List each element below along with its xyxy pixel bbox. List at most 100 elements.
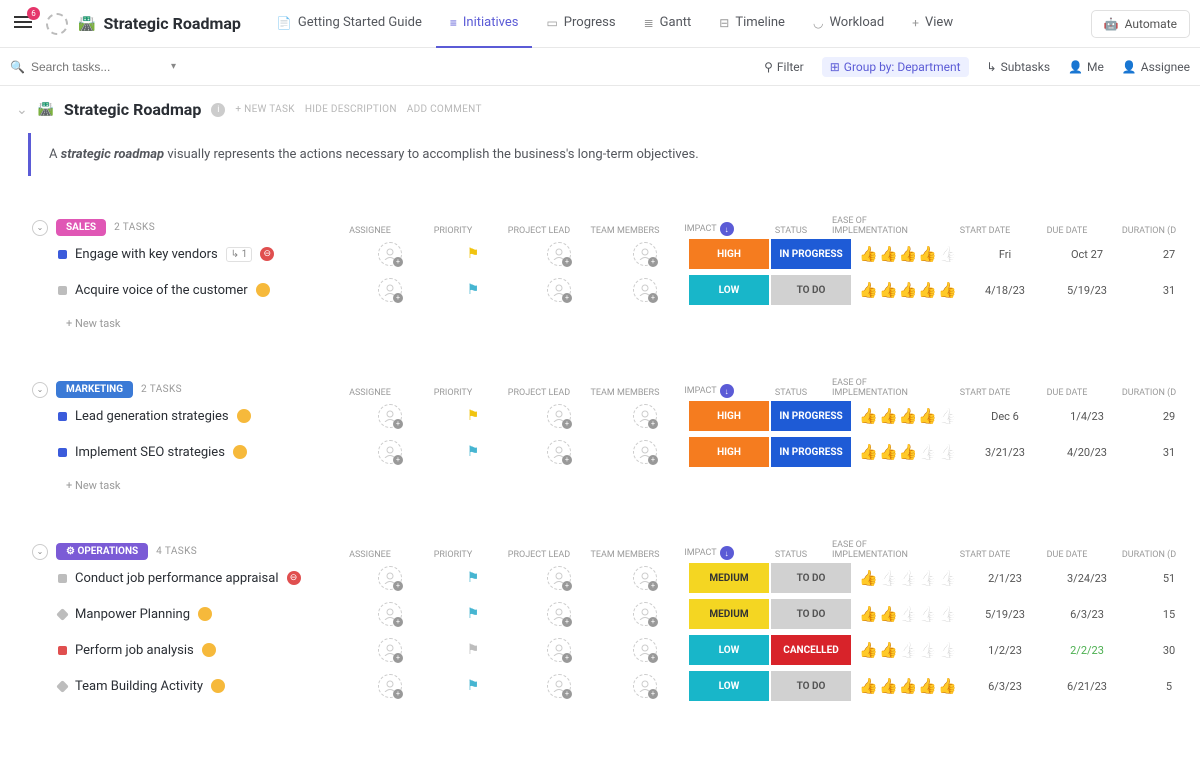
tab-initiatives[interactable]: ≡Initiatives	[436, 0, 533, 48]
impact-cell[interactable]: MEDIUM	[689, 563, 769, 593]
due-date[interactable]: 5/19/23	[1046, 284, 1128, 297]
idea-icon[interactable]	[237, 409, 251, 423]
new-task-button[interactable]: + New task	[10, 308, 1190, 338]
priority-flag-icon[interactable]: ⚑	[467, 606, 480, 622]
idea-icon[interactable]	[233, 445, 247, 459]
priority-flag-icon[interactable]: ⚑	[467, 444, 480, 460]
due-date[interactable]: 3/24/23	[1046, 572, 1128, 585]
priority-flag-icon[interactable]: ⚑	[467, 642, 480, 658]
task-row[interactable]: Lead generation strategies + ⚑ + + HIGH …	[10, 398, 1190, 434]
assignee-placeholder[interactable]: +	[547, 242, 571, 266]
status-square-icon[interactable]	[58, 250, 67, 259]
duration[interactable]: 31	[1128, 284, 1200, 297]
due-date[interactable]: 6/21/23	[1046, 680, 1128, 693]
collapse-button[interactable]: ⌄	[32, 382, 48, 398]
assignee-placeholder[interactable]: +	[547, 278, 571, 302]
assignee-placeholder[interactable]: +	[378, 674, 402, 698]
priority-flag-icon[interactable]: ⚑	[467, 246, 480, 262]
status-diamond-icon[interactable]	[56, 608, 69, 621]
impact-cell[interactable]: HIGH	[689, 401, 769, 431]
ease-rating[interactable]: 👍👍👍👍👍	[859, 605, 956, 623]
due-date[interactable]: 1/4/23	[1046, 410, 1128, 423]
assignee-placeholder[interactable]: +	[378, 242, 402, 266]
task-name-cell[interactable]: Manpower Planning	[10, 607, 350, 622]
impact-cell[interactable]: LOW	[689, 635, 769, 665]
impact-cell[interactable]: LOW	[689, 671, 769, 701]
subtask-count[interactable]: ↳ 1	[226, 247, 252, 262]
ease-rating[interactable]: 👍👍👍👍👍	[859, 245, 956, 263]
status-cell[interactable]: IN PROGRESS	[771, 401, 851, 431]
duration[interactable]: 27	[1128, 248, 1200, 261]
filter-button[interactable]: ⚲Filter	[764, 60, 804, 74]
assignee-placeholder[interactable]: +	[547, 440, 571, 464]
task-name-cell[interactable]: Acquire voice of the customer	[10, 283, 350, 298]
due-date[interactable]: 2/2/23	[1046, 644, 1128, 657]
status-cell[interactable]: TO DO	[771, 563, 851, 593]
collapse-button[interactable]: ⌄	[32, 220, 48, 236]
assignee-placeholder[interactable]: +	[547, 638, 571, 662]
tab-progress[interactable]: ▭Progress	[532, 0, 629, 48]
status-square-icon[interactable]	[58, 286, 67, 295]
due-date[interactable]: Oct 27	[1046, 248, 1128, 261]
ease-rating[interactable]: 👍👍👍👍👍	[859, 677, 956, 695]
status-cell[interactable]: CANCELLED	[771, 635, 851, 665]
assignee-button[interactable]: 👤Assignee	[1122, 60, 1190, 74]
duration[interactable]: 31	[1128, 446, 1200, 459]
group-badge[interactable]: MARKETING	[56, 381, 133, 398]
start-date[interactable]: 6/3/23	[964, 680, 1046, 693]
blocked-icon[interactable]: ⊖	[260, 247, 274, 261]
duration[interactable]: 51	[1128, 572, 1200, 585]
priority-flag-icon[interactable]: ⚑	[467, 408, 480, 424]
task-row[interactable]: Manpower Planning + ⚑ + + MEDIUM TO DO 👍…	[10, 596, 1190, 632]
task-row[interactable]: Engage with key vendors ↳ 1⊖ + ⚑ + + HIG…	[10, 236, 1190, 272]
status-cell[interactable]: IN PROGRESS	[771, 437, 851, 467]
search-box[interactable]: 🔍 ▾	[10, 60, 176, 74]
me-button[interactable]: 👤Me	[1068, 60, 1104, 74]
assignee-placeholder[interactable]: +	[633, 404, 657, 428]
new-task-button[interactable]: + NEW TASK	[235, 104, 294, 115]
subtasks-button[interactable]: ↳Subtasks	[987, 60, 1050, 74]
assignee-placeholder[interactable]: +	[378, 278, 402, 302]
group-badge[interactable]: ⚙ OPERATIONS	[56, 543, 148, 560]
duration[interactable]: 5	[1128, 680, 1200, 693]
menu-button[interactable]: 6	[10, 11, 36, 37]
task-name-cell[interactable]: Implement SEO strategies	[10, 445, 350, 460]
due-date[interactable]: 4/20/23	[1046, 446, 1128, 459]
idea-icon[interactable]	[198, 607, 212, 621]
impact-cell[interactable]: LOW	[689, 275, 769, 305]
priority-flag-icon[interactable]: ⚑	[467, 282, 480, 298]
assignee-placeholder[interactable]: +	[633, 278, 657, 302]
start-date[interactable]: 2/1/23	[964, 572, 1046, 585]
start-date[interactable]: Dec 6	[964, 410, 1046, 423]
ease-rating[interactable]: 👍👍👍👍👍	[859, 569, 956, 587]
collapse-button[interactable]: ⌄	[32, 544, 48, 560]
status-diamond-icon[interactable]	[56, 680, 69, 693]
search-input[interactable]	[31, 60, 161, 74]
start-date[interactable]: Fri	[964, 248, 1046, 261]
start-date[interactable]: 4/18/23	[964, 284, 1046, 297]
assignee-placeholder[interactable]: +	[378, 566, 402, 590]
sort-icon[interactable]: ↓	[720, 384, 734, 398]
start-date[interactable]: 5/19/23	[964, 608, 1046, 621]
assignee-placeholder[interactable]: +	[378, 602, 402, 626]
duration[interactable]: 30	[1128, 644, 1200, 657]
add-comment-button[interactable]: ADD COMMENT	[407, 104, 482, 115]
tab-getting-started-guide[interactable]: 📄Getting Started Guide	[263, 0, 436, 48]
start-date[interactable]: 3/21/23	[964, 446, 1046, 459]
status-square-icon[interactable]	[58, 412, 67, 421]
group-badge[interactable]: SALES	[56, 219, 106, 236]
new-task-button[interactable]: + New task	[10, 470, 1190, 500]
tab-workload[interactable]: ◡Workload	[799, 0, 898, 48]
assignee-placeholder[interactable]: +	[378, 440, 402, 464]
tab-gantt[interactable]: ≣Gantt	[630, 0, 706, 48]
list-title[interactable]: Strategic Roadmap	[64, 100, 201, 119]
assignee-placeholder[interactable]: +	[633, 638, 657, 662]
idea-icon[interactable]	[202, 643, 216, 657]
assignee-placeholder[interactable]: +	[547, 404, 571, 428]
status-square-icon[interactable]	[58, 574, 67, 583]
group-by-button[interactable]: ⊞Group by: Department	[822, 57, 969, 77]
description[interactable]: A strategic roadmap visually represents …	[28, 133, 1190, 176]
task-row[interactable]: Conduct job performance appraisal ⊖ + ⚑ …	[10, 560, 1190, 596]
idea-icon[interactable]	[211, 679, 225, 693]
assignee-placeholder[interactable]: +	[633, 242, 657, 266]
